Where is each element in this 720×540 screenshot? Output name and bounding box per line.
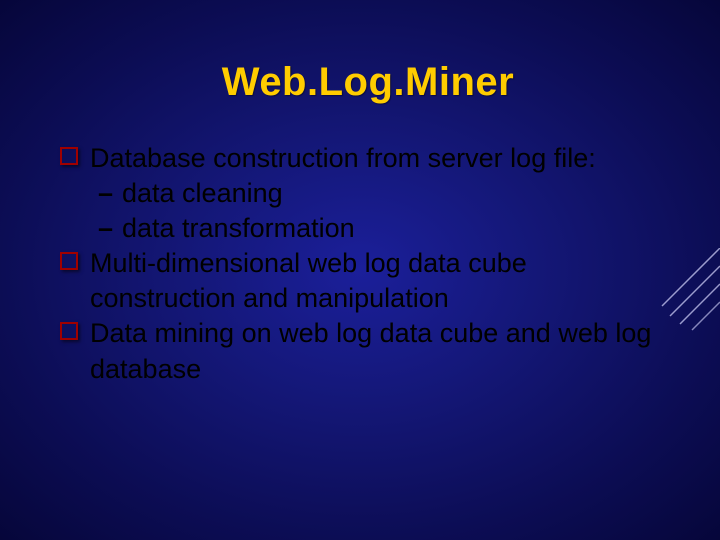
square-bullet-icon [60,322,78,340]
list-subitem: – data cleaning [60,176,676,211]
list-item: Multi-dimensional web log data cube cons… [60,246,676,316]
slide-body: Database construction from server log fi… [60,141,676,387]
list-subitem-text: data cleaning [122,178,283,208]
square-bullet-icon [60,147,78,165]
list-item-text: Database construction from server log fi… [90,143,596,173]
list-item: Database construction from server log fi… [60,141,676,176]
dash-bullet-icon: – [98,176,113,211]
slide-title: Web.Log.Miner [60,60,676,105]
list-subitem-text: data transformation [122,213,355,243]
list-item: Data mining on web log data cube and web… [60,316,676,386]
list-subitem: – data transformation [60,211,676,246]
square-bullet-icon [60,252,78,270]
slide: Web.Log.Miner Database construction from… [0,0,720,540]
list-item-text: Data mining on web log data cube and web… [90,318,651,383]
dash-bullet-icon: – [98,211,113,246]
list-item-text: Multi-dimensional web log data cube cons… [90,248,527,313]
